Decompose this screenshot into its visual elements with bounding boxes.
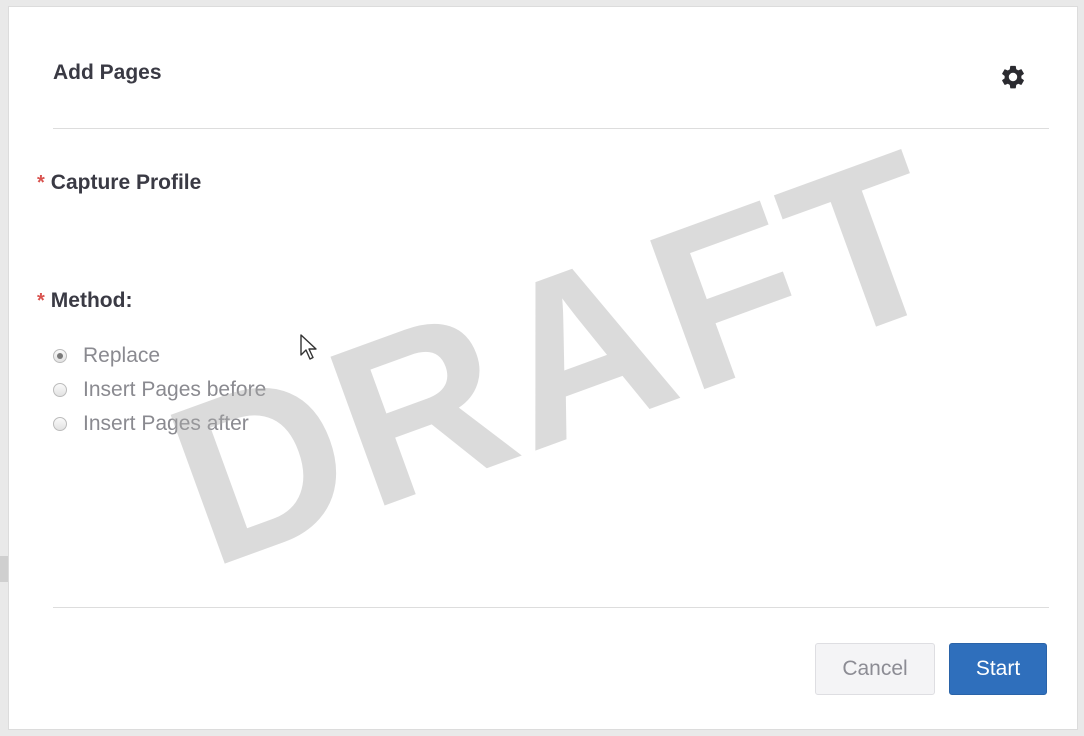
radio-replace[interactable] — [53, 349, 67, 363]
radio-insert-before[interactable] — [53, 383, 67, 397]
method-option-insert-after[interactable]: Insert Pages after — [53, 407, 266, 441]
footer-divider — [53, 607, 1049, 608]
required-marker: * — [37, 172, 45, 194]
method-option-insert-before[interactable]: Insert Pages before — [53, 373, 266, 407]
add-pages-dialog: Add Pages * Capture Profile * Method: Repl… — [8, 6, 1078, 730]
method-label-text: Method: — [50, 289, 133, 312]
method-option-replace[interactable]: Replace — [53, 339, 266, 373]
radio-insert-after[interactable] — [53, 417, 67, 431]
required-marker: * — [37, 290, 45, 312]
radio-label-insert-before[interactable]: Insert Pages before — [83, 378, 266, 402]
header-divider — [53, 128, 1049, 129]
method-label: * Method: — [37, 289, 132, 313]
radio-label-replace[interactable]: Replace — [83, 344, 160, 368]
dialog-header: Add Pages — [9, 7, 1077, 129]
cancel-button[interactable]: Cancel — [815, 643, 935, 695]
start-button[interactable]: Start — [949, 643, 1047, 695]
gear-icon[interactable] — [999, 63, 1027, 91]
capture-profile-label-text: Capture Profile — [50, 171, 202, 194]
capture-profile-label: * Capture Profile — [37, 171, 201, 195]
method-radio-group: Replace Insert Pages before Insert Pages… — [53, 339, 266, 441]
radio-label-insert-after[interactable]: Insert Pages after — [83, 412, 249, 436]
mouse-cursor-icon — [300, 334, 317, 360]
dialog-title: Add Pages — [53, 61, 162, 84]
background-edge — [0, 556, 8, 582]
